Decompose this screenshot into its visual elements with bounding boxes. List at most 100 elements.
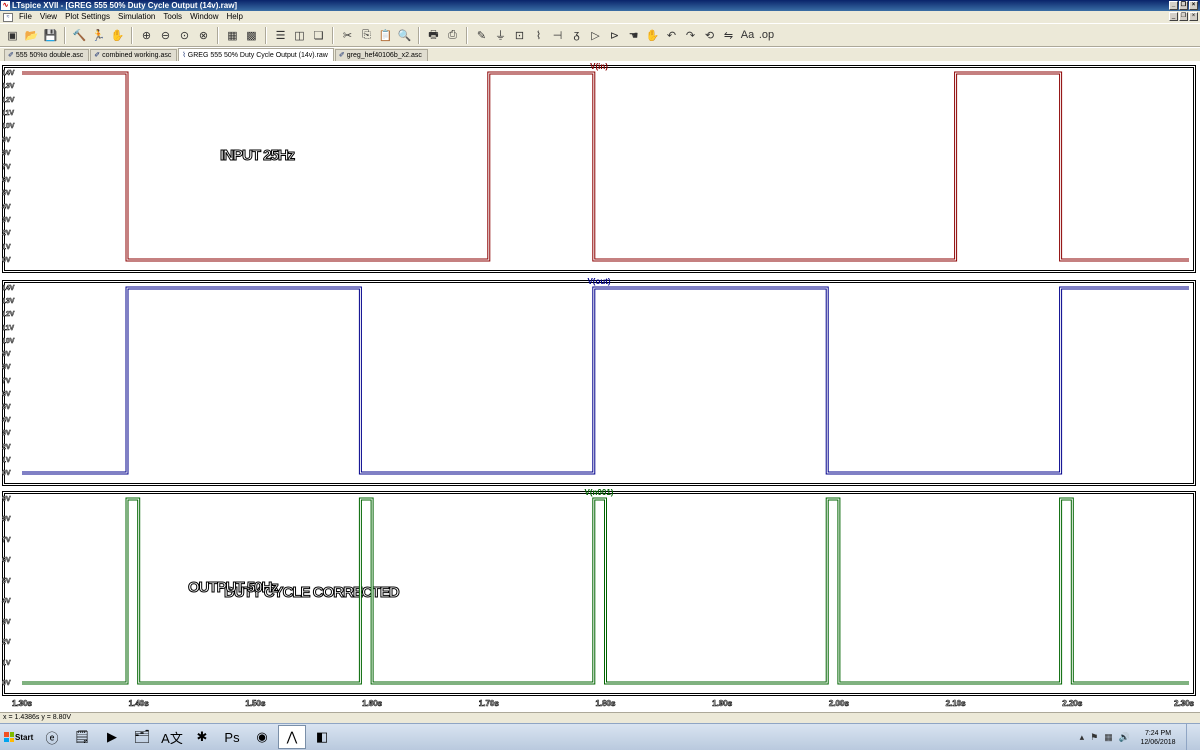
find-button[interactable]: 🔍	[396, 27, 413, 44]
zoom-in-button[interactable]: ⊕	[138, 27, 155, 44]
minimize-button[interactable]: _	[1169, 1, 1178, 10]
drag-button[interactable]: ✋	[644, 27, 661, 44]
copy-button[interactable]: ⎘	[358, 27, 375, 44]
close-button[interactable]: ×	[1189, 1, 1198, 10]
photoshop-taskbar-button[interactable]: Ps	[218, 725, 246, 749]
browser-taskbar-button[interactable]: ◉	[248, 725, 276, 749]
new-schematic-button[interactable]: ▣	[4, 27, 21, 44]
inductor-button[interactable]: ᵹ	[568, 27, 585, 44]
clock[interactable]: 7:24 PM 12/06/2018	[1136, 729, 1180, 747]
tile-vertical-button[interactable]: ◫	[291, 27, 308, 44]
diode-icon: ▷	[591, 29, 600, 42]
undo-icon: ↶	[666, 29, 677, 42]
component-button[interactable]: ⊳	[606, 27, 623, 44]
menu-file[interactable]: File	[15, 11, 36, 23]
redo-button[interactable]: ↷	[682, 27, 699, 44]
tab-greg-555-50-duty-cycle-output-14v-raw[interactable]: ⌇ GREG 555 50% Duty Cycle Output (14v).ra…	[178, 48, 334, 61]
doc-close-button[interactable]: ×	[1189, 12, 1198, 21]
toolbar-separator	[418, 26, 420, 44]
tab-label: 555 50%o double.asc	[15, 52, 84, 59]
ltspice-taskbar-taskbar-button[interactable]: ⋀	[278, 725, 306, 749]
ground-button[interactable]: ⏚	[492, 27, 509, 44]
x-tick-label: 1.70s	[478, 699, 499, 709]
menu-simulation[interactable]: Simulation	[114, 11, 159, 23]
doc-minimize-button[interactable]: _	[1169, 12, 1178, 21]
tab-greg-hef40106b-x2-asc[interactable]: ✐ greg_hef40106b_x2.asc	[334, 49, 428, 61]
open-button[interactable]: 📂	[23, 27, 40, 44]
save-button[interactable]: 💾	[42, 27, 59, 44]
text-button[interactable]: Aa	[739, 27, 756, 44]
rotate-button[interactable]: ⟲	[701, 27, 718, 44]
move-icon: ☚	[628, 29, 639, 42]
spice-directive-button[interactable]: .op	[758, 27, 775, 44]
paint-taskbar-button[interactable]: ✱	[188, 725, 216, 749]
plot-pane-v-out[interactable]: V(out) 14V 13V 12V 11V 10V 9V 8V 7V 6V 5V 4V 3V 2V 1V 0…	[2, 278, 1196, 602]
waveform-annotation: INPUT 25Hz	[219, 147, 295, 165]
cut-button[interactable]: ✂	[339, 27, 356, 44]
menu-tools[interactable]: Tools	[159, 11, 186, 23]
zoom-cancel-button[interactable]: ⊗	[195, 27, 212, 44]
language-taskbar-button[interactable]: A文	[158, 725, 186, 749]
control-panel-button[interactable]: 🔨	[71, 27, 88, 44]
zoom-out-button[interactable]: ⊖	[157, 27, 174, 44]
x-tick-label: 1.30s	[11, 699, 33, 709]
ie-taskbar-button[interactable]: ⓔ	[38, 725, 66, 749]
wire-button[interactable]: ✎	[473, 27, 490, 44]
resistor-button[interactable]: ⌇	[530, 27, 547, 44]
print-button[interactable]: 🖶	[425, 27, 442, 44]
doc-restore-button[interactable]: ❐	[1179, 12, 1188, 21]
trace-v-in[interactable]	[22, 71, 1189, 262]
autorange-button[interactable]: ▦	[224, 27, 241, 44]
waveform-svg	[22, 71, 1189, 262]
tray-icons: ▴ ⚑ ▦ 🔊	[1080, 732, 1130, 743]
show-desktop-button[interactable]	[1186, 724, 1194, 750]
tray-volume-icon[interactable]: 🔊	[1119, 732, 1130, 743]
print-setup-button[interactable]: ⎙	[444, 27, 461, 44]
halt-button[interactable]: ✋	[109, 27, 126, 44]
cascade-button[interactable]: ❏	[310, 27, 327, 44]
menu-window[interactable]: Window	[186, 11, 222, 23]
capacitor-button[interactable]: ⊣	[549, 27, 566, 44]
status-bar: x = 1.4386s y = 8.80V	[0, 712, 1200, 723]
zoom-full-button[interactable]: ▩	[243, 27, 260, 44]
toolbar-separator	[332, 26, 334, 44]
x-tick-label: 1.80s	[595, 699, 616, 709]
waveform-plot-area[interactable]: V(in) 14V 13V 12V 11V 10V 9V 8V 7V 6V 5V 4V 3V 2V 1V 0V…	[0, 61, 1200, 712]
plot-pane-v-in[interactable]: V(in) 14V 13V 12V 11V 10V 9V 8V 7V 6V 5V 4V 3V 2V 1V 0V…	[2, 63, 1196, 273]
zoom-fit-button[interactable]: ⊙	[176, 27, 193, 44]
menu-view[interactable]: View	[36, 11, 61, 23]
menu-plot-settings[interactable]: Plot Settings	[61, 11, 114, 23]
trace-v-out[interactable]	[22, 286, 1189, 475]
tray-flag-icon[interactable]: ⚑	[1090, 732, 1098, 743]
zoom-in-icon: ⊕	[141, 29, 152, 42]
title-bar[interactable]: ∿ LTspice XVII - [GREG 555 50% Duty Cycl…	[0, 0, 1200, 11]
tray-network-icon[interactable]: ▦	[1104, 732, 1113, 743]
rotate-icon: ⟲	[704, 29, 715, 42]
tab-555-50-o-double-asc[interactable]: ✐ 555 50%o double.asc	[4, 49, 90, 61]
run-button[interactable]: 🏃	[90, 27, 107, 44]
menu-help[interactable]: Help	[223, 11, 247, 23]
x-tick-label: 2.00s	[828, 699, 850, 709]
explorer-taskbar-button[interactable]: 🗂	[128, 725, 156, 749]
label-button[interactable]: ⊡	[511, 27, 528, 44]
diode-button[interactable]: ▷	[587, 27, 604, 44]
run-icon: 🏃	[91, 29, 106, 42]
ltspice-icon: ∿	[1, 1, 10, 10]
schematic-file-icon: ✐	[338, 52, 345, 59]
mirror-button[interactable]: ⇋	[720, 27, 737, 44]
undo-button[interactable]: ↶	[663, 27, 680, 44]
start-button[interactable]: Start	[2, 726, 36, 748]
document-icon[interactable]: ≈	[3, 12, 13, 22]
tab-label: GREG 555 50% Duty Cycle Output (14v).raw	[187, 51, 328, 59]
move-button[interactable]: ☚	[625, 27, 642, 44]
tab-combined-working-asc[interactable]: ✐ combined working.asc	[90, 49, 178, 61]
restore-button[interactable]: ❐	[1179, 1, 1188, 10]
paste-button[interactable]: 📋	[377, 27, 394, 44]
plot-pane-v-n001[interactable]: V(n001) 9V 8V 7V 6V 5V 4V 3V 2V 1V 0V OUTPUT 50Hz	[2, 489, 1196, 696]
notepad-taskbar-button[interactable]: 🗒	[68, 725, 96, 749]
folder-taskbar-button[interactable]: ◧	[308, 725, 336, 749]
x-tick-label: 1.40s	[128, 699, 149, 709]
tray-arrow-icon[interactable]: ▴	[1080, 732, 1085, 743]
media-player-taskbar-button[interactable]: ▶	[98, 725, 126, 749]
tile-horizontal-button[interactable]: ☰	[272, 27, 289, 44]
